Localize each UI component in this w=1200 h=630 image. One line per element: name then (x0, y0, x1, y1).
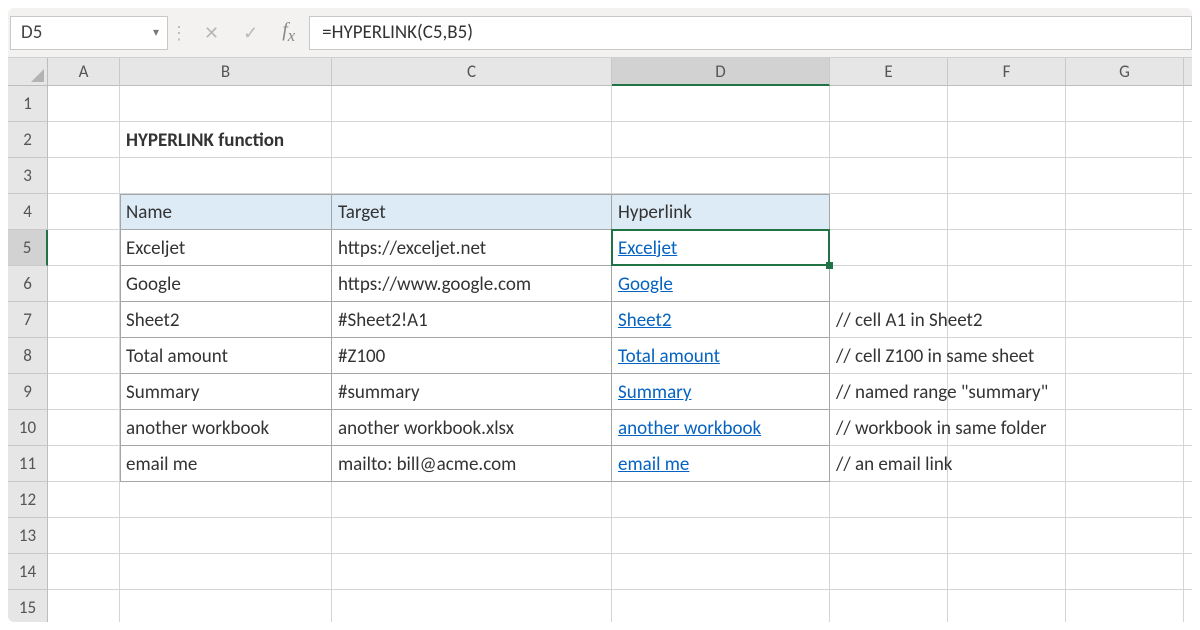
cell-name-11[interactable]: email me (120, 446, 332, 482)
cell-name-7[interactable]: Sheet2 (120, 302, 332, 338)
hyperlink-6[interactable]: Google (612, 266, 830, 302)
col-header-F[interactable]: F (948, 58, 1066, 86)
cell-target-6[interactable]: https://www.google.com (332, 266, 612, 302)
fill-handle[interactable] (826, 262, 833, 269)
row-header-9[interactable]: 9 (8, 374, 48, 410)
name-box-value: D5 (21, 21, 42, 44)
col-header-A[interactable]: A (48, 58, 120, 86)
row-header-10[interactable]: 10 (8, 410, 48, 446)
name-box[interactable]: D5 ▾ (10, 16, 168, 50)
row-headers: 123456789101112131415 (8, 86, 48, 622)
row-header-4[interactable]: 4 (8, 194, 48, 230)
row-header-7[interactable]: 7 (8, 302, 48, 338)
hyperlink-7[interactable]: Sheet2 (612, 302, 830, 338)
formula-bar-buttons: ✕ ✓ fx (190, 19, 309, 46)
table-header-target: Target (332, 194, 612, 230)
cell-target-11[interactable]: mailto: bill@acme.com (332, 446, 612, 482)
cell-name-9[interactable]: Summary (120, 374, 332, 410)
cell-name-5[interactable]: Exceljet (120, 230, 332, 266)
formula-input[interactable]: =HYPERLINK(C5,B5) (309, 16, 1192, 50)
row-header-11[interactable]: 11 (8, 446, 48, 482)
row-header-13[interactable]: 13 (8, 518, 48, 554)
col-header-B[interactable]: B (120, 58, 332, 86)
select-all-corner[interactable] (8, 58, 48, 86)
hyperlink-5[interactable]: Exceljet (612, 230, 830, 266)
column-headers: ABCDEFGH (48, 58, 1192, 86)
col-header-H[interactable]: H (1184, 58, 1192, 86)
spreadsheet: ABCDEFGH 123456789101112131415 HYPERLINK… (8, 58, 1192, 622)
page-title: HYPERLINK function (120, 122, 830, 158)
col-header-G[interactable]: G (1066, 58, 1184, 86)
note-11: // an email link (830, 446, 1192, 482)
cell-target-5[interactable]: https://exceljet.net (332, 230, 612, 266)
hyperlink-11[interactable]: email me (612, 446, 830, 482)
table-header-name: Name (120, 194, 332, 230)
hyperlink-10[interactable]: another workbook (612, 410, 830, 446)
col-header-E[interactable]: E (830, 58, 948, 86)
cell-name-8[interactable]: Total amount (120, 338, 332, 374)
row-header-12[interactable]: 12 (8, 482, 48, 518)
cell-target-8[interactable]: #Z100 (332, 338, 612, 374)
col-header-D[interactable]: D (612, 58, 830, 86)
cell-grid[interactable]: HYPERLINK functionNameTargetHyperlinkExc… (48, 86, 1192, 622)
formula-bar: D5 ▾ ⋮ ✕ ✓ fx =HYPERLINK(C5,B5) (8, 8, 1192, 58)
cancel-icon[interactable]: ✕ (204, 22, 219, 44)
row-header-14[interactable]: 14 (8, 554, 48, 590)
cell-target-10[interactable]: another workbook.xlsx (332, 410, 612, 446)
row-header-6[interactable]: 6 (8, 266, 48, 302)
row-header-2[interactable]: 2 (8, 122, 48, 158)
row-header-15[interactable]: 15 (8, 590, 48, 622)
dropdown-icon[interactable]: ▾ (153, 25, 159, 40)
cell-name-6[interactable]: Google (120, 266, 332, 302)
row-header-1[interactable]: 1 (8, 86, 48, 122)
row-header-8[interactable]: 8 (8, 338, 48, 374)
col-header-C[interactable]: C (332, 58, 612, 86)
note-9: // named range "summary" (830, 374, 1192, 410)
table-header-hyperlink: Hyperlink (612, 194, 830, 230)
separator: ⋮ (168, 22, 190, 44)
formula-text: =HYPERLINK(C5,B5) (322, 21, 473, 44)
hyperlink-9[interactable]: Summary (612, 374, 830, 410)
cell-name-10[interactable]: another workbook (120, 410, 332, 446)
note-7: // cell A1 in Sheet2 (830, 302, 1192, 338)
note-10: // workbook in same folder (830, 410, 1192, 446)
fx-icon[interactable]: fx (282, 19, 295, 46)
note-8: // cell Z100 in same sheet (830, 338, 1192, 374)
enter-icon[interactable]: ✓ (243, 22, 258, 44)
row-header-5[interactable]: 5 (8, 230, 48, 266)
cell-target-7[interactable]: #Sheet2!A1 (332, 302, 612, 338)
cell-target-9[interactable]: #summary (332, 374, 612, 410)
hyperlink-8[interactable]: Total amount (612, 338, 830, 374)
row-header-3[interactable]: 3 (8, 158, 48, 194)
